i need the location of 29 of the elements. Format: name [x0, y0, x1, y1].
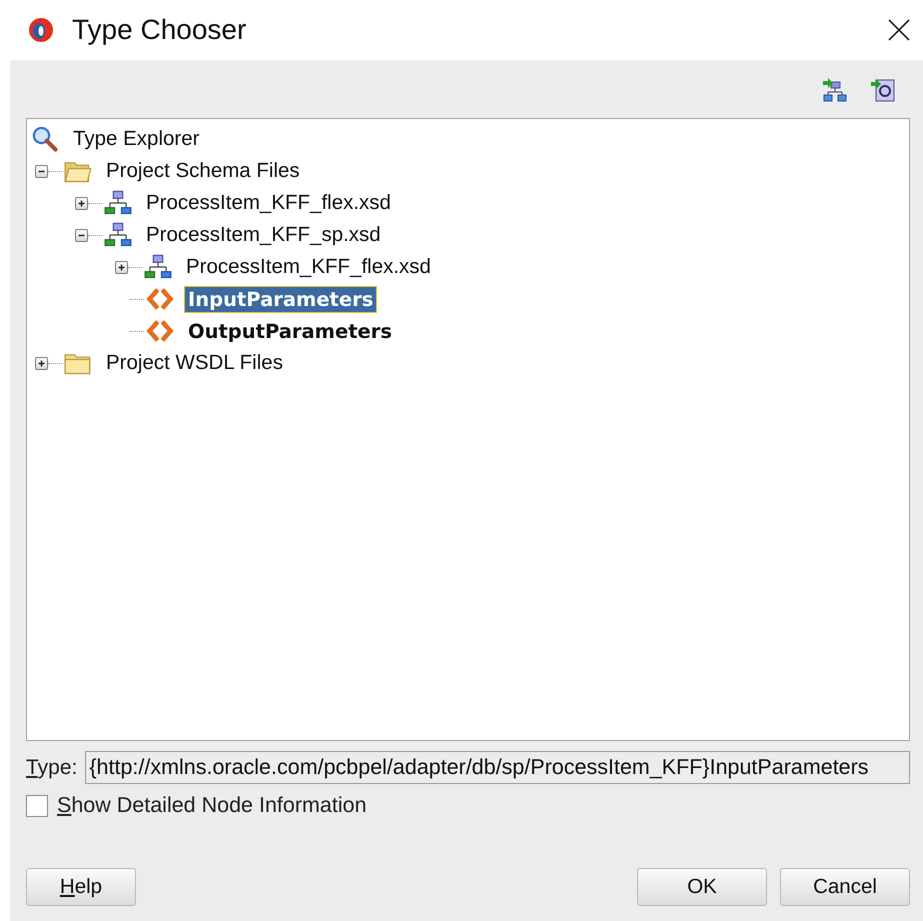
type-field[interactable]: {http://xmlns.oracle.com/pcbpel/adapter/db/sp/ProcessItem_KFF}InputParameters: [85, 751, 910, 784]
collapse-icon[interactable]: [75, 228, 88, 242]
tree-item[interactable]: Type Explorer: [69, 125, 204, 153]
app-icon: [28, 17, 54, 43]
dialog-button[interactable]: OK: [637, 868, 767, 906]
dialog-button[interactable]: Cancel: [780, 868, 910, 906]
expand-icon[interactable]: [35, 356, 48, 370]
tree-item[interactable]: ProcessItem_KFF_sp.xsd: [142, 221, 385, 249]
checkbox-label[interactable]: Show Detailed Node Information: [57, 793, 367, 818]
window-title: Type Chooser: [72, 14, 248, 46]
type-label: Type:: [26, 756, 78, 780]
hierarchy-icon: [104, 189, 132, 217]
magnifier-icon: [31, 125, 59, 153]
expand-icon[interactable]: [75, 196, 88, 210]
tree-item[interactable]: OutputParameters: [184, 318, 396, 344]
expand-icon[interactable]: [115, 260, 128, 274]
tree-item[interactable]: InputParameters: [184, 286, 378, 312]
tree-item[interactable]: Project Schema Files: [102, 157, 304, 185]
collapse-icon[interactable]: [35, 164, 48, 178]
dialog-button[interactable]: Help: [26, 868, 136, 906]
tree-item[interactable]: Project WSDL Files: [102, 349, 287, 377]
document-at-icon[interactable]: [870, 77, 896, 103]
hierarchy-icon: [104, 221, 132, 249]
hierarchy-icon: [144, 253, 172, 281]
close-icon[interactable]: [887, 18, 911, 42]
tree-item[interactable]: ProcessItem_KFF_flex.xsd: [142, 189, 395, 217]
tree-item[interactable]: ProcessItem_KFF_flex.xsd: [182, 253, 435, 281]
checkbox[interactable]: [26, 794, 48, 816]
hierarchy-arrow-icon[interactable]: [822, 77, 848, 103]
